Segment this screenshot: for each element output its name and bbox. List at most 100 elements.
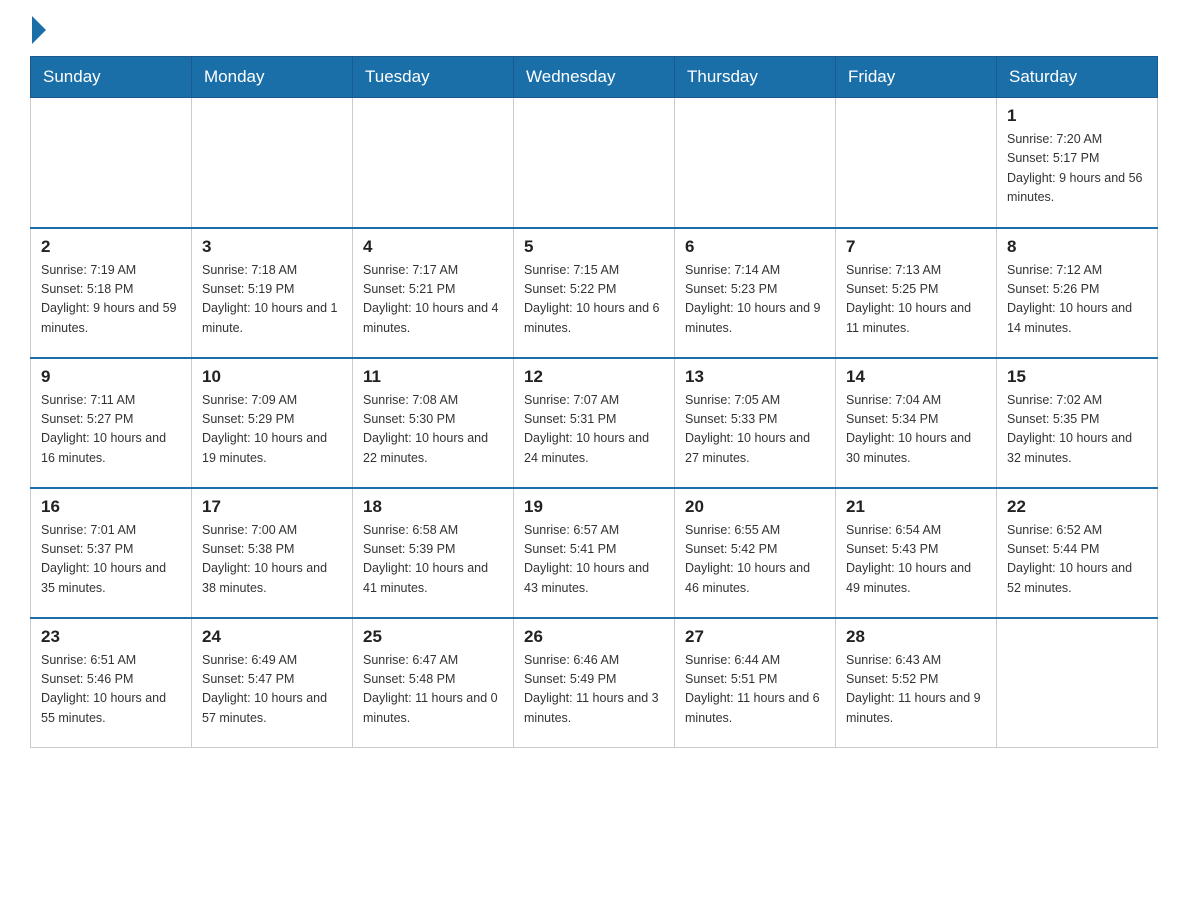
calendar-cell: 14 Sunrise: 7:04 AMSunset: 5:34 PMDayligh… bbox=[836, 358, 997, 488]
day-number: 13 bbox=[685, 367, 825, 387]
week-row-5: 23 Sunrise: 6:51 AMSunset: 5:46 PMDayligh… bbox=[31, 618, 1158, 748]
header-saturday: Saturday bbox=[997, 57, 1158, 98]
day-number: 27 bbox=[685, 627, 825, 647]
calendar-cell: 7 Sunrise: 7:13 AMSunset: 5:25 PMDaylight… bbox=[836, 228, 997, 358]
day-number: 2 bbox=[41, 237, 181, 257]
calendar-cell: 22 Sunrise: 6:52 AMSunset: 5:44 PMDayligh… bbox=[997, 488, 1158, 618]
calendar-cell: 4 Sunrise: 7:17 AMSunset: 5:21 PMDaylight… bbox=[353, 228, 514, 358]
day-info: Sunrise: 7:08 AMSunset: 5:30 PMDaylight:… bbox=[363, 391, 503, 469]
day-number: 14 bbox=[846, 367, 986, 387]
day-info: Sunrise: 6:46 AMSunset: 5:49 PMDaylight:… bbox=[524, 651, 664, 729]
calendar-cell bbox=[192, 98, 353, 228]
calendar-cell bbox=[353, 98, 514, 228]
day-number: 11 bbox=[363, 367, 503, 387]
day-info: Sunrise: 7:07 AMSunset: 5:31 PMDaylight:… bbox=[524, 391, 664, 469]
week-row-4: 16 Sunrise: 7:01 AMSunset: 5:37 PMDayligh… bbox=[31, 488, 1158, 618]
calendar-cell: 8 Sunrise: 7:12 AMSunset: 5:26 PMDaylight… bbox=[997, 228, 1158, 358]
day-info: Sunrise: 6:54 AMSunset: 5:43 PMDaylight:… bbox=[846, 521, 986, 599]
calendar-cell: 1 Sunrise: 7:20 AMSunset: 5:17 PMDaylight… bbox=[997, 98, 1158, 228]
day-number: 24 bbox=[202, 627, 342, 647]
day-number: 15 bbox=[1007, 367, 1147, 387]
week-row-1: 1 Sunrise: 7:20 AMSunset: 5:17 PMDaylight… bbox=[31, 98, 1158, 228]
day-info: Sunrise: 7:09 AMSunset: 5:29 PMDaylight:… bbox=[202, 391, 342, 469]
weekday-header-row: Sunday Monday Tuesday Wednesday Thursday… bbox=[31, 57, 1158, 98]
day-number: 16 bbox=[41, 497, 181, 517]
calendar-cell: 21 Sunrise: 6:54 AMSunset: 5:43 PMDayligh… bbox=[836, 488, 997, 618]
calendar-cell: 26 Sunrise: 6:46 AMSunset: 5:49 PMDayligh… bbox=[514, 618, 675, 748]
day-info: Sunrise: 6:58 AMSunset: 5:39 PMDaylight:… bbox=[363, 521, 503, 599]
calendar-cell: 2 Sunrise: 7:19 AMSunset: 5:18 PMDaylight… bbox=[31, 228, 192, 358]
day-info: Sunrise: 7:14 AMSunset: 5:23 PMDaylight:… bbox=[685, 261, 825, 339]
day-info: Sunrise: 6:43 AMSunset: 5:52 PMDaylight:… bbox=[846, 651, 986, 729]
calendar-cell: 12 Sunrise: 7:07 AMSunset: 5:31 PMDayligh… bbox=[514, 358, 675, 488]
day-info: Sunrise: 7:05 AMSunset: 5:33 PMDaylight:… bbox=[685, 391, 825, 469]
calendar-cell: 17Sunrise: 7:00 AMSunset: 5:38 PMDayligh… bbox=[192, 488, 353, 618]
day-info: Sunrise: 7:19 AMSunset: 5:18 PMDaylight:… bbox=[41, 261, 181, 339]
calendar-cell bbox=[675, 98, 836, 228]
calendar-cell: 20 Sunrise: 6:55 AMSunset: 5:42 PMDayligh… bbox=[675, 488, 836, 618]
calendar-cell: 25 Sunrise: 6:47 AMSunset: 5:48 PMDayligh… bbox=[353, 618, 514, 748]
calendar-cell: 11 Sunrise: 7:08 AMSunset: 5:30 PMDayligh… bbox=[353, 358, 514, 488]
day-number: 4 bbox=[363, 237, 503, 257]
calendar-cell bbox=[997, 618, 1158, 748]
day-info: Sunrise: 6:57 AMSunset: 5:41 PMDaylight:… bbox=[524, 521, 664, 599]
day-info: Sunrise: 7:17 AMSunset: 5:21 PMDaylight:… bbox=[363, 261, 503, 339]
day-info: Sunrise: 6:52 AMSunset: 5:44 PMDaylight:… bbox=[1007, 521, 1147, 599]
day-number: 26 bbox=[524, 627, 664, 647]
calendar-cell: 16 Sunrise: 7:01 AMSunset: 5:37 PMDayligh… bbox=[31, 488, 192, 618]
calendar-cell bbox=[514, 98, 675, 228]
day-number: 6 bbox=[685, 237, 825, 257]
day-number: 18 bbox=[363, 497, 503, 517]
day-number: 25 bbox=[363, 627, 503, 647]
calendar-cell: 10 Sunrise: 7:09 AMSunset: 5:29 PMDayligh… bbox=[192, 358, 353, 488]
day-number: 3 bbox=[202, 237, 342, 257]
day-number: 12 bbox=[524, 367, 664, 387]
week-row-3: 9 Sunrise: 7:11 AMSunset: 5:27 PMDaylight… bbox=[31, 358, 1158, 488]
day-info: Sunrise: 7:12 AMSunset: 5:26 PMDaylight:… bbox=[1007, 261, 1147, 339]
calendar-cell: 19Sunrise: 6:57 AMSunset: 5:41 PMDayligh… bbox=[514, 488, 675, 618]
calendar-cell: 23 Sunrise: 6:51 AMSunset: 5:46 PMDayligh… bbox=[31, 618, 192, 748]
calendar-cell: 15 Sunrise: 7:02 AMSunset: 5:35 PMDayligh… bbox=[997, 358, 1158, 488]
day-number: 21 bbox=[846, 497, 986, 517]
day-info: Sunrise: 6:51 AMSunset: 5:46 PMDaylight:… bbox=[41, 651, 181, 729]
calendar-table: Sunday Monday Tuesday Wednesday Thursday… bbox=[30, 56, 1158, 748]
header-sunday: Sunday bbox=[31, 57, 192, 98]
day-number: 7 bbox=[846, 237, 986, 257]
week-row-2: 2 Sunrise: 7:19 AMSunset: 5:18 PMDaylight… bbox=[31, 228, 1158, 358]
calendar-cell: 3Sunrise: 7:18 AMSunset: 5:19 PMDaylight… bbox=[192, 228, 353, 358]
day-info: Sunrise: 7:01 AMSunset: 5:37 PMDaylight:… bbox=[41, 521, 181, 599]
header-wednesday: Wednesday bbox=[514, 57, 675, 98]
calendar-cell: 27Sunrise: 6:44 AMSunset: 5:51 PMDayligh… bbox=[675, 618, 836, 748]
day-number: 28 bbox=[846, 627, 986, 647]
calendar-cell: 24 Sunrise: 6:49 AMSunset: 5:47 PMDayligh… bbox=[192, 618, 353, 748]
day-info: Sunrise: 6:49 AMSunset: 5:47 PMDaylight:… bbox=[202, 651, 342, 729]
calendar-cell: 18 Sunrise: 6:58 AMSunset: 5:39 PMDayligh… bbox=[353, 488, 514, 618]
day-info: Sunrise: 7:11 AMSunset: 5:27 PMDaylight:… bbox=[41, 391, 181, 469]
calendar-cell: 28 Sunrise: 6:43 AMSunset: 5:52 PMDayligh… bbox=[836, 618, 997, 748]
day-number: 8 bbox=[1007, 237, 1147, 257]
header-tuesday: Tuesday bbox=[353, 57, 514, 98]
day-info: Sunrise: 6:55 AMSunset: 5:42 PMDaylight:… bbox=[685, 521, 825, 599]
logo bbox=[30, 20, 46, 40]
day-info: Sunrise: 7:20 AMSunset: 5:17 PMDaylight:… bbox=[1007, 130, 1147, 208]
day-number: 20 bbox=[685, 497, 825, 517]
day-info: Sunrise: 7:04 AMSunset: 5:34 PMDaylight:… bbox=[846, 391, 986, 469]
header bbox=[30, 20, 1158, 40]
day-info: Sunrise: 6:47 AMSunset: 5:48 PMDaylight:… bbox=[363, 651, 503, 729]
day-info: Sunrise: 7:02 AMSunset: 5:35 PMDaylight:… bbox=[1007, 391, 1147, 469]
calendar-cell: 5Sunrise: 7:15 AMSunset: 5:22 PMDaylight… bbox=[514, 228, 675, 358]
header-friday: Friday bbox=[836, 57, 997, 98]
day-info: Sunrise: 7:13 AMSunset: 5:25 PMDaylight:… bbox=[846, 261, 986, 339]
logo-arrow-icon bbox=[32, 16, 46, 44]
day-number: 10 bbox=[202, 367, 342, 387]
header-monday: Monday bbox=[192, 57, 353, 98]
day-info: Sunrise: 7:00 AMSunset: 5:38 PMDaylight:… bbox=[202, 521, 342, 599]
day-number: 9 bbox=[41, 367, 181, 387]
day-number: 23 bbox=[41, 627, 181, 647]
calendar-cell: 9 Sunrise: 7:11 AMSunset: 5:27 PMDaylight… bbox=[31, 358, 192, 488]
calendar-cell: 13 Sunrise: 7:05 AMSunset: 5:33 PMDayligh… bbox=[675, 358, 836, 488]
day-number: 5 bbox=[524, 237, 664, 257]
day-number: 22 bbox=[1007, 497, 1147, 517]
calendar-cell bbox=[31, 98, 192, 228]
day-number: 1 bbox=[1007, 106, 1147, 126]
